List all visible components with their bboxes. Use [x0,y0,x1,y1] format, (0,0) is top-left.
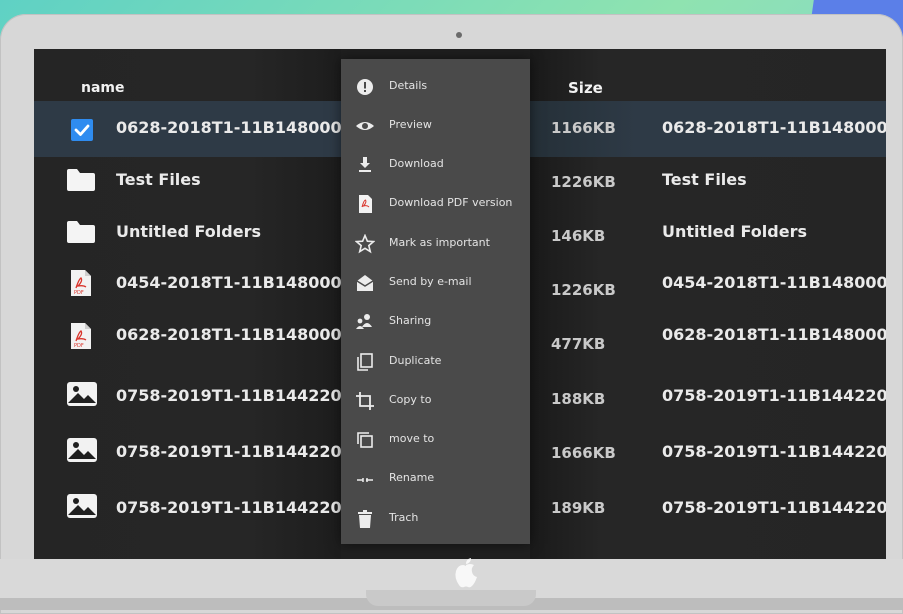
size-column-header[interactable]: Size [568,79,603,97]
menu-item-download[interactable]: Download [341,146,530,182]
file-size: 189KB [551,499,606,517]
rename-icon [357,478,373,482]
file-name-right: Untitled Folders [662,222,807,241]
file-name: Untitled Folders [116,222,261,241]
file-size: 146KB [551,227,606,245]
apple-logo-icon [455,558,477,588]
duplicate-icon [357,353,373,371]
menu-item-label: Download PDF version [389,196,513,209]
file-name-right: 0758-2019T1-11B144220 [662,442,886,461]
file-name-right: 0758-2019T1-11B144220 [662,386,886,405]
name-column-header[interactable]: name [81,80,125,96]
file-size: 1226KB [551,173,616,191]
file-name-right: 0454-2018T1-11B148000 [662,273,886,292]
menu-item-label: Preview [389,118,432,131]
menu-item-mark-important[interactable]: Mark as important [341,225,530,261]
file-size: 1226KB [551,281,616,299]
checkbox-checked-icon[interactable] [70,118,94,142]
menu-item-label: Rename [389,471,435,484]
menu-item-sharing[interactable]: Sharing [341,303,530,339]
file-name: 0758-2019T1-11B144220 [116,386,342,405]
menu-item-label: Send by e-mail [389,275,472,288]
menu-item-download-pdf[interactable]: Download PDF version [341,185,530,221]
menu-item-label: Copy to [389,393,432,406]
svg-text:PDF: PDF [74,290,84,296]
pdf-icon [359,195,372,213]
file-name: 0454-2018T1-11B148000 [116,273,342,292]
menu-item-send-email[interactable]: Send by e-mail [341,264,530,300]
email-icon [356,275,374,291]
menu-item-copy-to[interactable]: Copy to [341,382,530,418]
download-icon [359,157,371,172]
file-size: 1666KB [551,444,616,462]
menu-item-label: Sharing [389,314,432,327]
file-size: 188KB [551,390,606,408]
file-name-right: 0758-2019T1-11B144220 [662,498,886,517]
file-name: 0758-2019T1-11B144220 [116,442,342,461]
file-name: 0628-2018T1-11B148000 [116,118,342,137]
menu-item-move-to[interactable]: move to [341,421,530,457]
camera-dot [456,32,462,38]
folder-icon [67,221,95,243]
menu-item-preview[interactable]: Preview [341,107,530,143]
menu-item-rename[interactable]: Rename [341,460,530,496]
image-file-icon [67,438,97,462]
file-name-right: 0628-2018T1-11B148000 [662,325,886,344]
file-name-right: 0628-2018T1-11B148000 [662,118,886,137]
star-icon [355,234,375,254]
menu-item-duplicate[interactable]: Duplicate [341,343,530,379]
move-icon [357,432,373,448]
file-browser-screen: name Size 0628-2018T1-11B148000 1166KB 0… [34,49,886,559]
menu-item-label: Trach [389,511,419,524]
crop-icon [356,392,374,410]
file-name: Test Files [116,170,201,189]
menu-item-label: Duplicate [389,354,442,367]
menu-item-label: Mark as important [389,236,490,249]
menu-item-trash[interactable]: Trach [341,500,530,536]
menu-item-details[interactable]: Details [341,68,530,104]
eye-icon [356,122,374,130]
info-icon [357,79,373,95]
folder-icon [67,169,95,191]
context-menu: Details Preview Download Download PDF ve… [341,59,530,544]
menu-item-label: Download [389,157,444,170]
file-size: 477KB [551,335,606,353]
pdf-file-icon: PDF [71,270,91,296]
trash-icon [358,510,372,528]
laptop-base-notch [366,590,536,606]
menu-item-label: move to [389,432,435,445]
file-size: 1166KB [551,119,616,137]
file-name: 0758-2019T1-11B144220 [116,498,342,517]
image-file-icon [67,382,97,406]
file-name: 0628-2018T1-11B148000 [116,325,342,344]
file-name-right: Test Files [662,170,747,189]
svg-text:PDF: PDF [74,343,84,349]
people-icon [356,314,372,329]
image-file-icon [67,494,97,518]
menu-item-label: Details [389,79,428,92]
pdf-file-icon: PDF [71,323,91,349]
